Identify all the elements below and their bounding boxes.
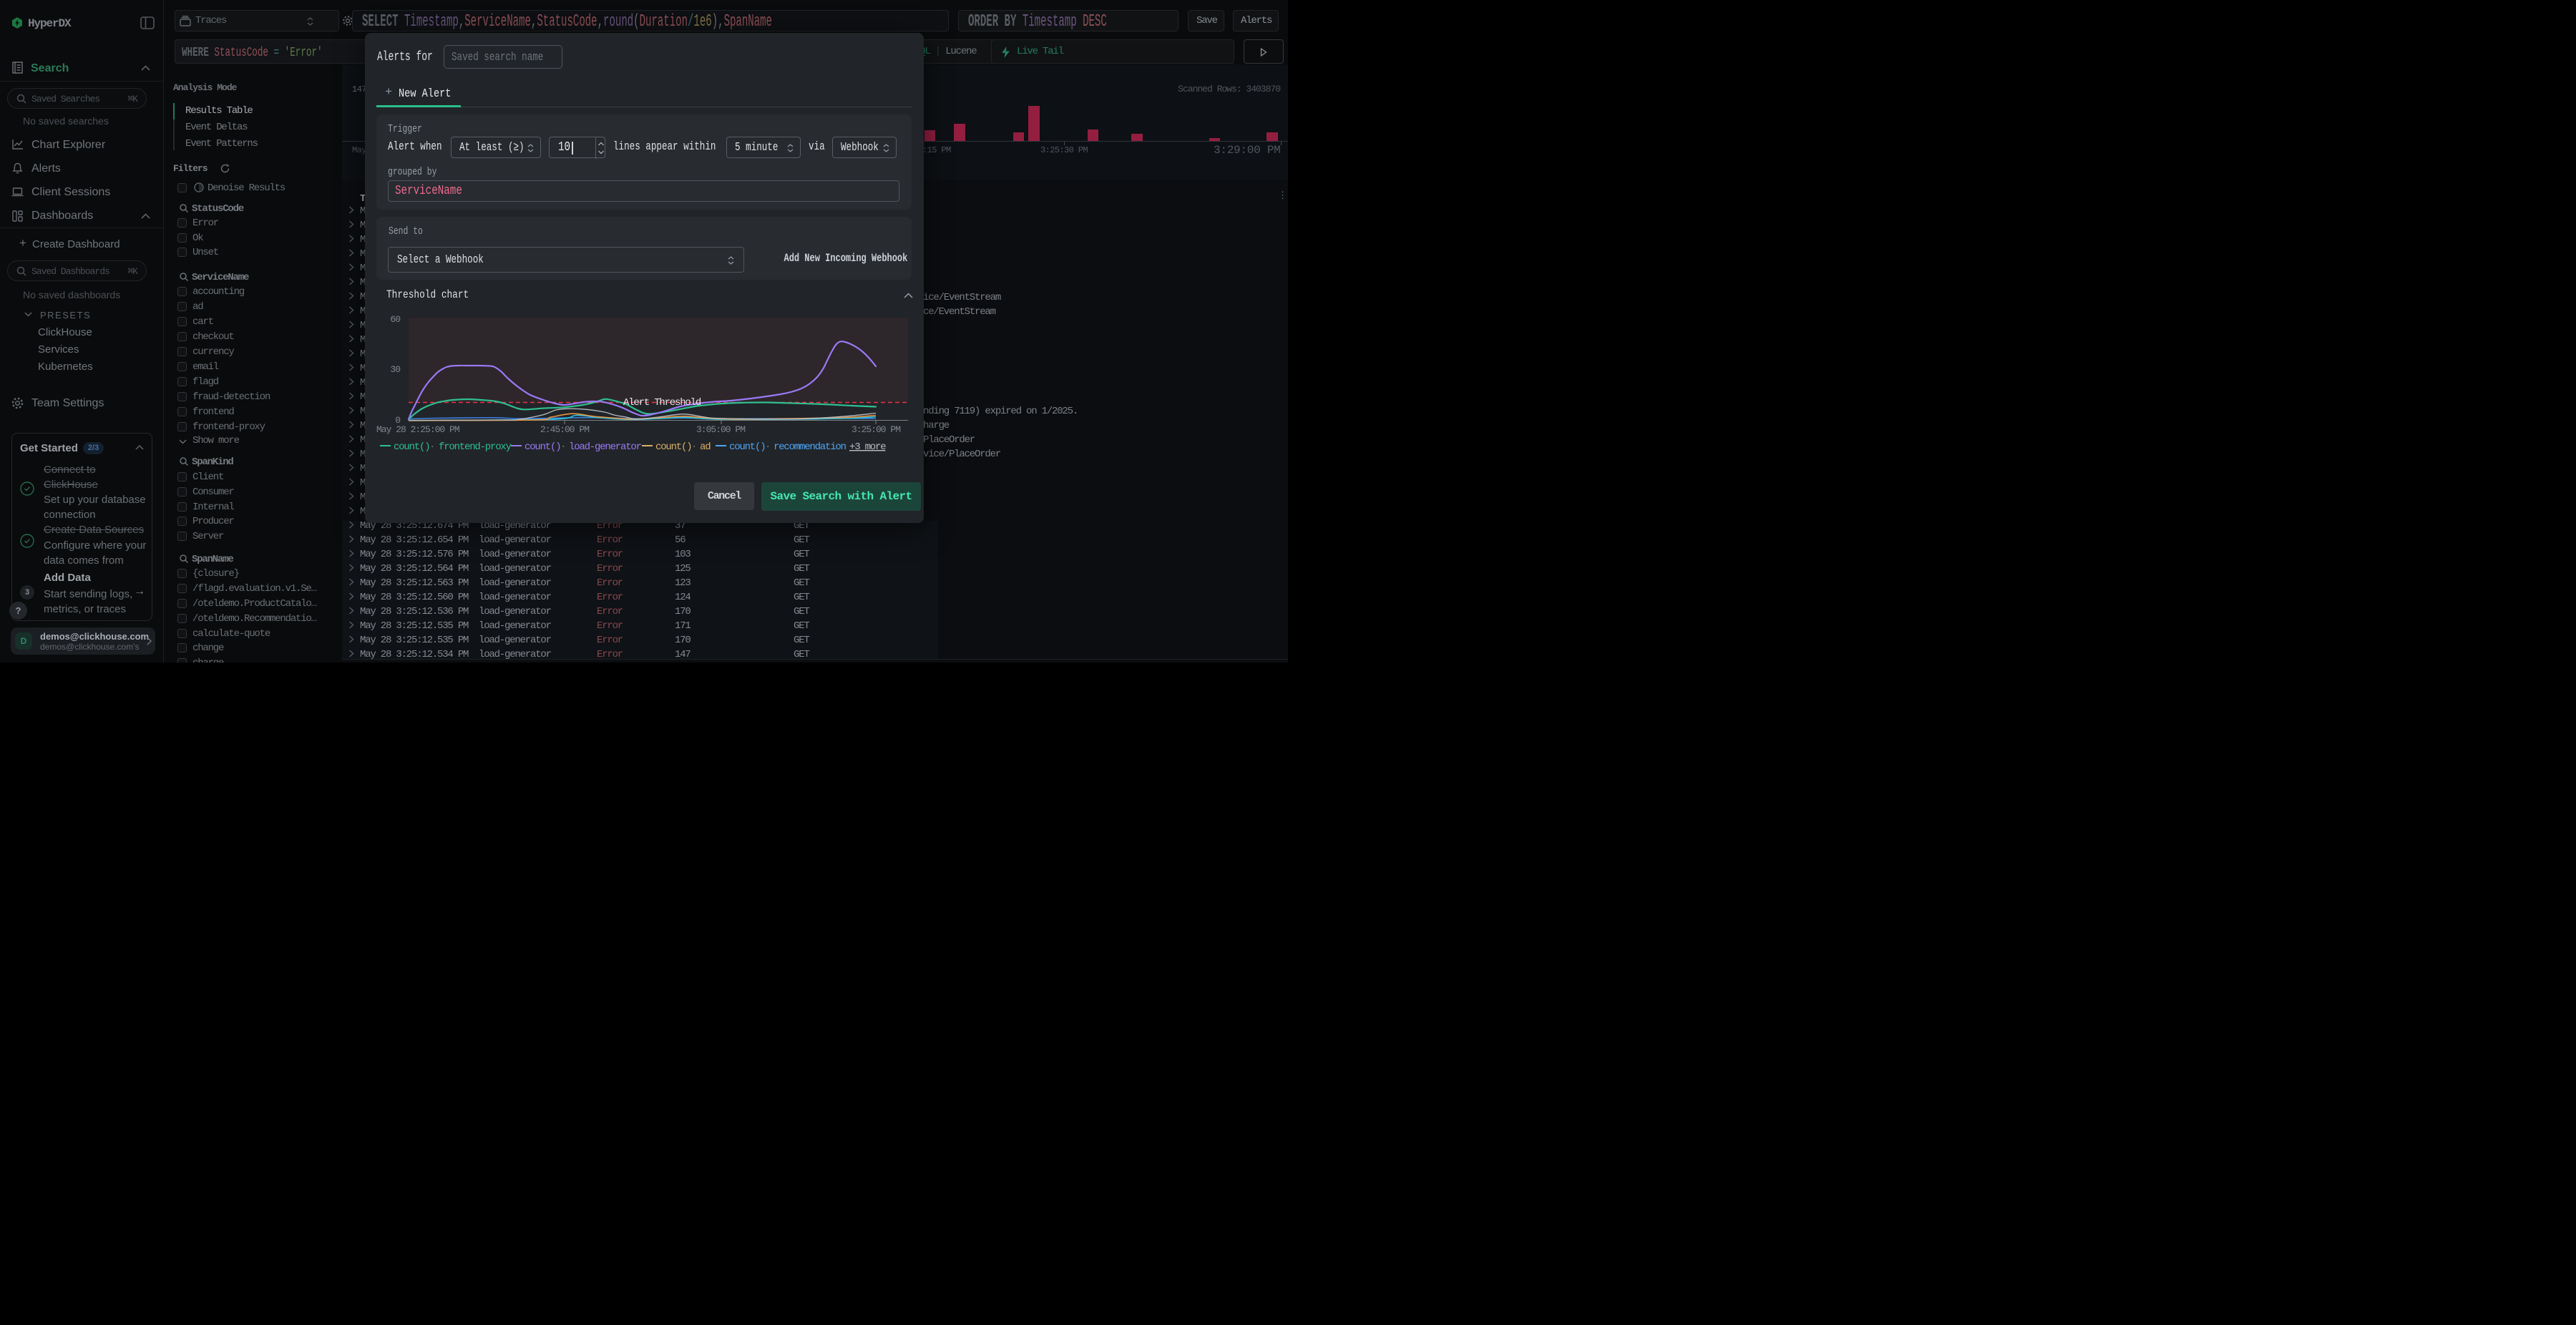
svg-text:Alert Threshold: Alert Threshold — [623, 397, 701, 409]
svg-text:ad: ad — [700, 441, 711, 453]
svg-text:30: 30 — [390, 364, 400, 375]
svg-text:frontend-proxy: frontend-proxy — [439, 441, 512, 453]
svg-text:+3 more: +3 more — [849, 441, 886, 453]
svg-text:count(): count() — [394, 441, 429, 453]
svg-text:count(): count() — [525, 441, 560, 453]
svg-text:·: · — [560, 441, 565, 453]
svg-text:recommendation: recommendation — [774, 441, 847, 453]
svg-text:count(): count() — [655, 441, 691, 453]
svg-text:·: · — [429, 441, 434, 453]
svg-text:3:05:00 PM: 3:05:00 PM — [696, 424, 745, 435]
svg-text:·: · — [691, 441, 696, 453]
svg-text:load-generator: load-generator — [569, 441, 642, 453]
svg-text:May 28 2:25:00 PM: May 28 2:25:00 PM — [376, 424, 459, 435]
svg-text:60: 60 — [390, 314, 400, 325]
svg-text:2:45:00 PM: 2:45:00 PM — [540, 424, 589, 435]
svg-text:count(): count() — [729, 441, 765, 453]
svg-text:·: · — [765, 441, 770, 453]
svg-text:3:25:00 PM: 3:25:00 PM — [852, 424, 900, 435]
